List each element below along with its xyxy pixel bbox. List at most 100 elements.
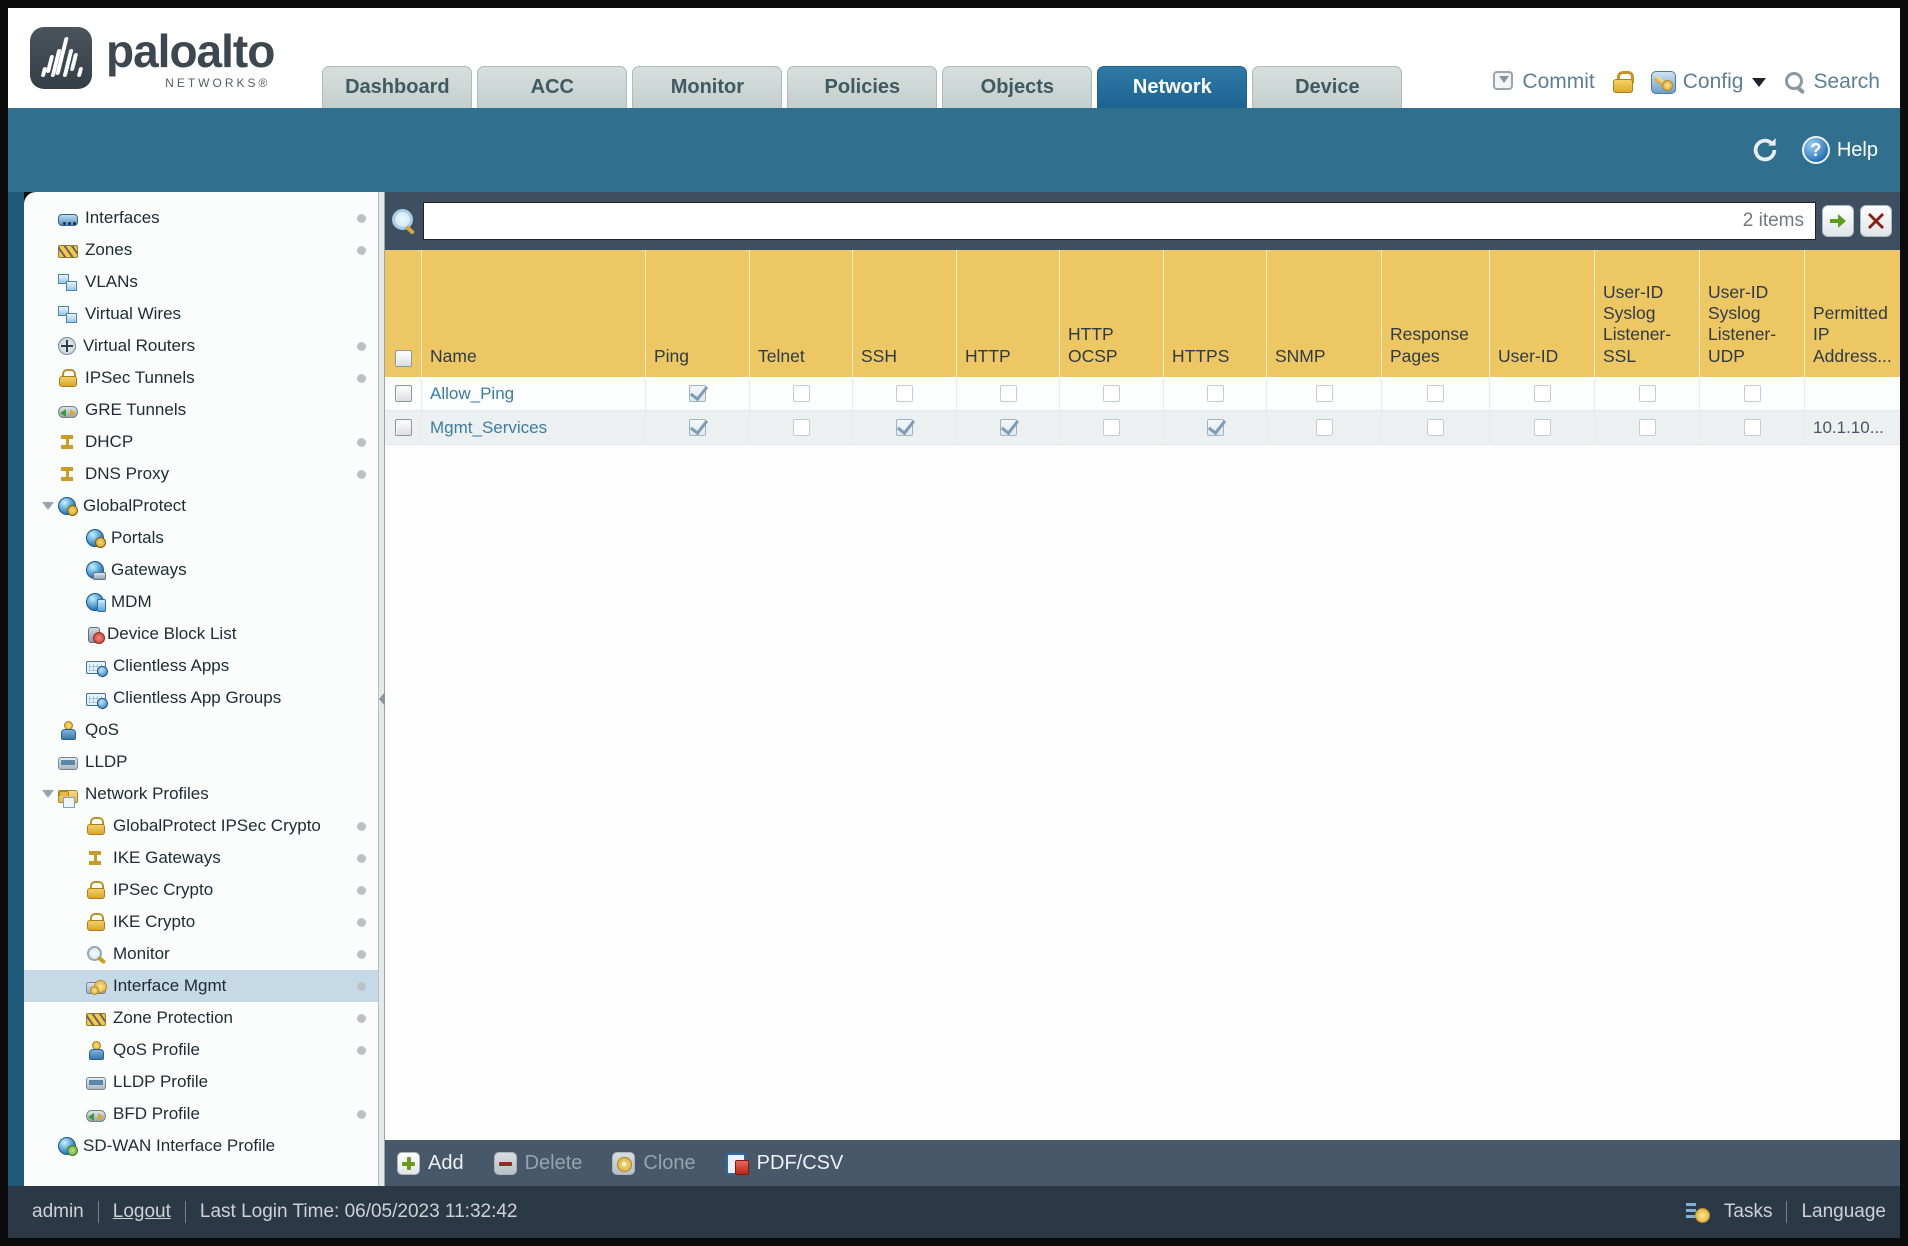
tab-monitor[interactable]: Monitor (632, 66, 783, 108)
sidebar-item-ike-gateways[interactable]: IKE Gateways (24, 842, 378, 874)
lock-icon[interactable] (1612, 71, 1634, 93)
help-button[interactable]: ? Help (1801, 136, 1878, 164)
main-content: 2 items Name Ping Telnet SSH HTTP HTTP OCSP HT… (385, 192, 1900, 1186)
column-header-ssh[interactable]: SSH (853, 250, 957, 377)
sidebar-item-portals[interactable]: Portals (24, 522, 378, 554)
row-select-cell (385, 411, 422, 444)
expander-icon[interactable] (38, 790, 58, 798)
row-select-checkbox[interactable] (394, 385, 412, 402)
column-header-ping[interactable]: Ping (646, 250, 750, 377)
language-button[interactable]: Language (1801, 1201, 1886, 1223)
sidebar-item-lldp[interactable]: LLDP (24, 746, 378, 778)
nav-tabs: Dashboard ACC Monitor Policies Objects Networ… (322, 66, 1403, 108)
sidebar-item-qos-profile[interactable]: QoS Profile (24, 1034, 378, 1066)
tab-dashboard[interactable]: Dashboard (322, 66, 473, 108)
column-header-http-ocsp[interactable]: HTTP OCSP (1060, 250, 1164, 377)
profile-name-link[interactable]: Allow_Ping (430, 384, 514, 404)
commit-icon (1491, 71, 1515, 93)
item-dot-indicator (357, 246, 366, 255)
commit-button[interactable]: Commit (1491, 70, 1595, 94)
items-count: 2 items (1742, 210, 1804, 231)
sidebar-item-virtual-routers[interactable]: Virtual Routers (24, 330, 378, 362)
sidebar-item-monitor[interactable]: Monitor (24, 938, 378, 970)
cell-user-id-syslog-listener-udp (1700, 377, 1805, 410)
sidebar-item-network-profiles[interactable]: Network Profiles (24, 778, 378, 810)
profile-name-link[interactable]: Mgmt_Services (430, 418, 547, 438)
tab-acc[interactable]: ACC (477, 66, 628, 108)
sidebar-item-label: LLDP (85, 752, 128, 771)
sidebar-item-interface-mgmt[interactable]: Interface Mgmt (24, 970, 378, 1002)
sidebar-item-interfaces[interactable]: Interfaces (24, 202, 378, 234)
sidebar-item-label: BFD Profile (113, 1104, 200, 1123)
sidebar-item-label: Device Block List (107, 624, 237, 643)
row-select-checkbox[interactable] (394, 419, 412, 436)
expander-icon[interactable] (38, 502, 58, 510)
column-header-http[interactable]: HTTP (957, 250, 1060, 377)
sidebar-item-dhcp[interactable]: DHCP (24, 426, 378, 458)
select-all-cell (385, 250, 422, 377)
column-header-user-id[interactable]: User-ID (1490, 250, 1595, 377)
sidebar-item-ipsec-tunnels[interactable]: IPSec Tunnels (24, 362, 378, 394)
sidebar-item-clientless-apps[interactable]: Clientless Apps (24, 650, 378, 682)
interfaces-icon (58, 213, 78, 226)
sidebar-item-vlans[interactable]: VLANs (24, 266, 378, 298)
column-header-https[interactable]: HTTPS (1164, 250, 1267, 377)
item-dot-indicator (357, 214, 366, 223)
sidebar-item-ike-crypto[interactable]: IKE Crypto (24, 906, 378, 938)
sidebar-item-qos[interactable]: QoS (24, 714, 378, 746)
column-header-label: SNMP (1275, 345, 1326, 366)
logout-link[interactable]: Logout (113, 1201, 171, 1223)
sidebar-item-device-block-list[interactable]: Device Block List (24, 618, 378, 650)
sidebar-item-globalprotect-ipsec-crypto[interactable]: GlobalProtect IPSec Crypto (24, 810, 378, 842)
apply-filter-button[interactable] (1822, 205, 1854, 237)
sidebar-splitter[interactable] (378, 192, 385, 1186)
config-menu-button[interactable]: Config (1650, 70, 1767, 94)
filter-search-icon[interactable] (391, 208, 417, 234)
add-button[interactable]: Add (397, 1151, 464, 1175)
service-checkbox-user-id-syslog-listener-udp-unchecked (1743, 419, 1761, 436)
column-header-response-pages[interactable]: Response Pages (1382, 250, 1490, 377)
search-button[interactable]: Search (1784, 70, 1880, 94)
service-checkbox-user-id-syslog-listener-ssl-unchecked (1638, 419, 1656, 436)
sidebar-item-gre-tunnels[interactable]: GRE Tunnels (24, 394, 378, 426)
sidebar-item-dns-proxy[interactable]: DNS Proxy (24, 458, 378, 490)
column-header-label: Name (430, 345, 477, 366)
sidebar-item-zones[interactable]: Zones (24, 234, 378, 266)
add-icon (397, 1151, 420, 1175)
select-all-checkbox[interactable] (394, 350, 412, 367)
filter-input[interactable] (423, 202, 1816, 240)
table-header-row: Name Ping Telnet SSH HTTP HTTP OCSP HTTPS SNMP R… (385, 250, 1900, 377)
cell-snmp (1267, 411, 1382, 444)
pdf-csv-button[interactable]: PDF/CSV (725, 1152, 843, 1175)
cell-name: Mgmt_Services (422, 411, 646, 444)
column-header-user-id-syslog-listener-udp[interactable]: User-ID Syslog Listener-UDP (1700, 250, 1805, 377)
cell-user-id (1490, 411, 1595, 444)
column-header-name[interactable]: Name (422, 250, 646, 377)
column-header-telnet[interactable]: Telnet (750, 250, 853, 377)
column-header-user-id-syslog-listener-ssl[interactable]: User-ID Syslog Listener-SSL (1595, 250, 1700, 377)
dhcp-icon (58, 433, 78, 451)
sidebar-item-globalprotect[interactable]: GlobalProtect (24, 490, 378, 522)
cell-permitted-ip (1805, 377, 1900, 410)
sidebar-item-mdm[interactable]: MDM (24, 586, 378, 618)
sidebar-item-bfd-profile[interactable]: BFD Profile (24, 1098, 378, 1130)
refresh-button[interactable] (1750, 135, 1780, 165)
clear-filter-button[interactable] (1860, 205, 1892, 237)
tab-objects[interactable]: Objects (942, 66, 1093, 108)
column-header-permitted-ip-address[interactable]: Permitted IP Address... (1805, 250, 1900, 377)
tab-network[interactable]: Network (1097, 66, 1248, 108)
sidebar-item-sd-wan-interface-profile[interactable]: SD-WAN Interface Profile (24, 1130, 378, 1162)
sidebar-item-clientless-app-groups[interactable]: Clientless App Groups (24, 682, 378, 714)
sidebar-item-zone-protection[interactable]: Zone Protection (24, 1002, 378, 1034)
sidebar-item-ipsec-crypto[interactable]: IPSec Crypto (24, 874, 378, 906)
sidebar-item-gateways[interactable]: Gateways (24, 554, 378, 586)
item-dot-indicator (357, 886, 366, 895)
sidebar-item-virtual-wires[interactable]: Virtual Wires (24, 298, 378, 330)
tab-policies[interactable]: Policies (787, 66, 938, 108)
sidebar-item-lldp-profile[interactable]: LLDP Profile (24, 1066, 378, 1098)
column-header-snmp[interactable]: SNMP (1267, 250, 1382, 377)
tab-device[interactable]: Device (1252, 66, 1403, 108)
permitted-ip-value: 10.1.10... (1813, 417, 1884, 437)
collapse-sidebar-icon[interactable] (379, 692, 385, 706)
tasks-button[interactable]: Tasks (1724, 1201, 1773, 1223)
